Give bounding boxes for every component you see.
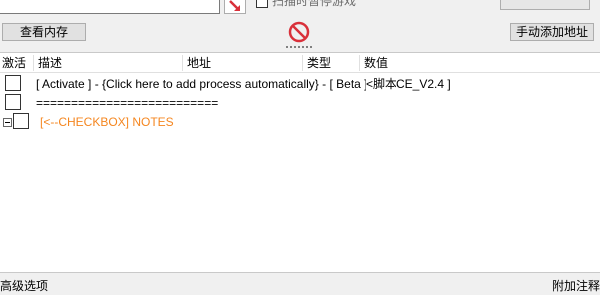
row-description[interactable]: [<--CHECKBOX] NOTES (40, 115, 174, 129)
collapse-icon[interactable] (3, 118, 12, 127)
cancel-scan-button[interactable] (287, 20, 311, 44)
view-memory-button[interactable]: 查看内存 (2, 23, 86, 41)
header-description[interactable]: 描述 (36, 53, 182, 73)
header-active[interactable]: 激活 (0, 53, 33, 73)
row-active-checkbox[interactable] (5, 75, 21, 91)
header-address[interactable]: 地址 (185, 53, 301, 73)
address-list[interactable]: 激活 描述 地址 类型 数值 [ Activate ] - {Click her… (0, 52, 600, 273)
top-right-control[interactable] (500, 0, 590, 10)
cancel-icon (288, 21, 310, 43)
add-address-button[interactable]: 手动添加地址 (510, 23, 594, 41)
advanced-options-link[interactable]: 高级选项 (0, 279, 48, 293)
select-process-button[interactable] (224, 0, 246, 14)
header-value[interactable]: 数值 (362, 53, 482, 73)
process-name-field[interactable] (0, 0, 220, 14)
list-header: 激活 描述 地址 类型 数值 (0, 53, 600, 73)
red-arrow-icon (229, 0, 240, 11)
row-active-checkbox[interactable] (5, 94, 21, 110)
row-description[interactable]: [ Activate ] - {Click here to add proces… (36, 77, 368, 91)
row-description[interactable]: ========================== (36, 96, 218, 110)
pause-game-label: 扫描时暂停游戏 (272, 0, 357, 8)
pause-game-checkbox[interactable] (256, 0, 268, 8)
header-type[interactable]: 类型 (305, 53, 359, 73)
table-extras-link[interactable]: 附加注释 (552, 279, 600, 293)
list-scrollbar[interactable] (584, 74, 600, 272)
row-active-checkbox[interactable] (13, 113, 29, 129)
row-note: CE_V2.4 ] (396, 77, 451, 91)
splitter-grip[interactable] (282, 45, 318, 49)
